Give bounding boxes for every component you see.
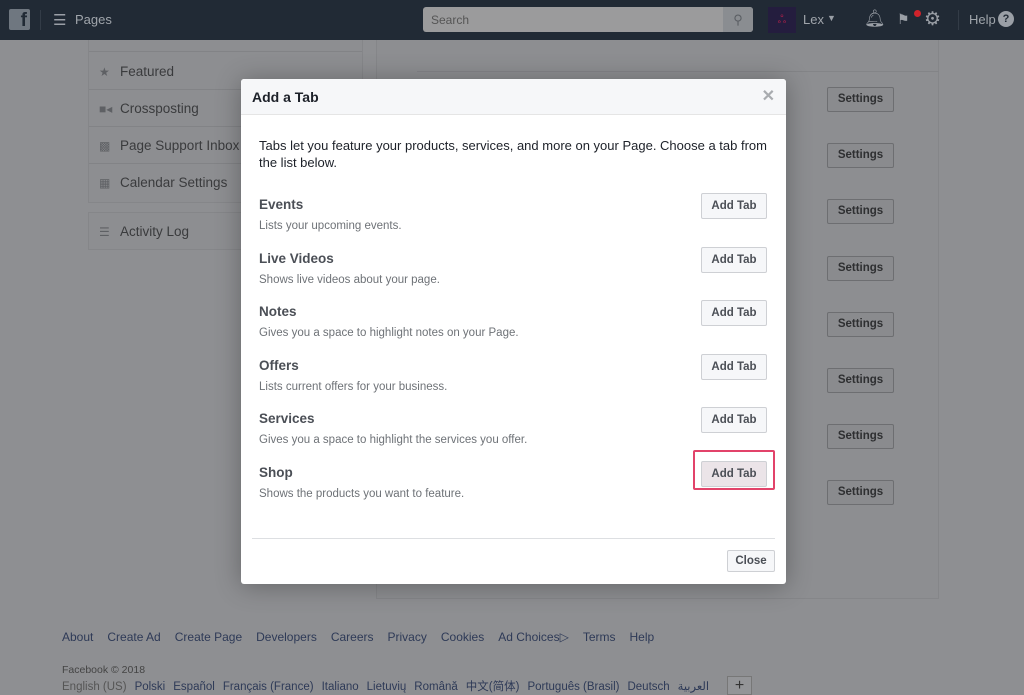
- avatar[interactable]: ஃ: [768, 7, 796, 33]
- gear-icon[interactable]: ⚙: [924, 8, 941, 31]
- user-name[interactable]: Lex: [803, 12, 824, 27]
- add-tab-button[interactable]: Add Tab: [701, 353, 767, 380]
- tab-description: Shows live videos about your page.: [259, 273, 440, 286]
- close-icon[interactable]: ✕: [762, 79, 775, 115]
- flag-icon[interactable]: ⚑: [897, 11, 910, 28]
- language-link[interactable]: Português (Brasil): [527, 681, 619, 693]
- settings-button[interactable]: Settings: [827, 87, 894, 112]
- settings-button[interactable]: Settings: [827, 143, 894, 169]
- dialog-description: Tabs let you feature your products, serv…: [259, 138, 767, 170]
- more-languages-button[interactable]: +: [727, 676, 752, 695]
- language-link[interactable]: العربية: [678, 681, 709, 693]
- add-tab-button[interactable]: Add Tab: [701, 193, 767, 219]
- calendar-icon: ▦: [99, 176, 111, 190]
- tab-option-events: Events Lists your upcoming events. Add Tab: [259, 193, 769, 247]
- list-icon: ☰: [99, 225, 110, 239]
- footer-link[interactable]: Developers: [256, 630, 317, 644]
- pages-label[interactable]: Pages: [75, 12, 112, 27]
- footer-links: About Create Ad Create Page Developers Caree…: [62, 630, 668, 644]
- divider: [958, 10, 959, 30]
- bell-icon[interactable]: 🔔︎: [864, 9, 886, 29]
- tab-option-shop: Shop Shows the products you want to featu…: [259, 449, 775, 515]
- tab-description: Gives you a space to highlight the servi…: [259, 434, 528, 446]
- tab-title: Events: [259, 197, 304, 212]
- tab-description: Gives you a space to highlight notes on …: [259, 327, 519, 339]
- language-link[interactable]: Italiano: [322, 681, 359, 693]
- add-tab-button[interactable]: Add Tab: [701, 246, 767, 273]
- chevron-down-icon[interactable]: ▼: [827, 13, 836, 23]
- tab-description: Lists current offers for your business.: [259, 380, 448, 393]
- language-link[interactable]: Polski: [135, 681, 166, 693]
- tab-title: Services: [259, 411, 315, 426]
- language-link[interactable]: Română: [414, 681, 457, 693]
- tab-title: Notes: [259, 304, 297, 319]
- footer-link[interactable]: Privacy: [388, 630, 427, 644]
- video-icon: ■◂: [99, 102, 113, 116]
- star-icon: ★: [99, 65, 110, 79]
- language-link[interactable]: Deutsch: [627, 681, 669, 693]
- top-bar: f ☰ Pages ⚲ ஃ Lex ▼ 🔔︎ ⚑ ⚙ Help ?: [0, 0, 1024, 40]
- tab-option-offers: Offers Lists current offers for your busi…: [259, 353, 769, 408]
- current-language: English (US): [62, 681, 127, 693]
- settings-button[interactable]: Settings: [827, 424, 894, 450]
- settings-button[interactable]: Settings: [827, 480, 894, 506]
- search-box: ⚲: [423, 7, 753, 32]
- facebook-icon: ▩: [99, 139, 111, 153]
- language-link[interactable]: Español: [173, 681, 215, 693]
- language-link[interactable]: Lietuvių: [367, 681, 407, 693]
- settings-button[interactable]: Settings: [827, 255, 894, 281]
- settings-button[interactable]: Settings: [827, 199, 894, 225]
- ad-choices-icon: ▷: [559, 630, 569, 644]
- dialog-title: Add a Tab: [252, 89, 319, 105]
- menu-icon[interactable]: ☰: [53, 11, 66, 29]
- language-list: English (US) Polski Español Français (Franc…: [62, 678, 717, 694]
- footer-link[interactable]: About: [62, 630, 93, 644]
- footer-link[interactable]: Help: [630, 630, 655, 644]
- highlight-box: [693, 449, 775, 490]
- tab-option-live-videos: Live Videos Shows live videos about your …: [259, 246, 769, 301]
- notification-dot: [914, 10, 921, 17]
- language-link[interactable]: Français (France): [223, 681, 314, 693]
- dialog-header: Add a Tab ✕: [241, 79, 786, 115]
- footer-link[interactable]: Careers: [331, 630, 374, 644]
- divider: [40, 10, 41, 30]
- footer-link[interactable]: Ad Choices: [498, 630, 559, 644]
- tab-title: Live Videos: [259, 250, 334, 266]
- search-input[interactable]: [423, 7, 723, 32]
- sidebar-item-partial[interactable]: [89, 36, 362, 52]
- divider: [417, 71, 939, 72]
- settings-button[interactable]: Settings: [827, 368, 894, 393]
- search-icon[interactable]: ⚲: [723, 7, 753, 32]
- settings-button[interactable]: Settings: [827, 311, 894, 337]
- add-tab-button[interactable]: Add Tab: [701, 407, 767, 433]
- tab-description: Shows the products you want to feature.: [259, 487, 465, 500]
- add-tab-dialog: Add a Tab ✕ Tabs let you feature your pro…: [241, 79, 786, 584]
- tab-description: Lists your upcoming events.: [259, 220, 402, 232]
- language-link[interactable]: 中文(简体): [466, 681, 520, 693]
- footer-link[interactable]: Terms: [583, 630, 616, 644]
- copyright: Facebook © 2018: [62, 664, 146, 676]
- close-button[interactable]: Close: [727, 550, 775, 572]
- footer-link[interactable]: Create Page: [175, 630, 242, 644]
- tab-option-notes: Notes Gives you a space to highlight note…: [259, 300, 769, 354]
- divider: [252, 538, 775, 539]
- footer-link[interactable]: Create Ad: [107, 630, 160, 644]
- help-link[interactable]: Help: [969, 12, 996, 27]
- tab-title: Offers: [259, 357, 299, 373]
- help-icon[interactable]: ?: [998, 11, 1014, 27]
- facebook-logo[interactable]: f: [9, 9, 30, 31]
- add-tab-button[interactable]: Add Tab: [701, 300, 767, 326]
- footer-link[interactable]: Cookies: [441, 630, 484, 644]
